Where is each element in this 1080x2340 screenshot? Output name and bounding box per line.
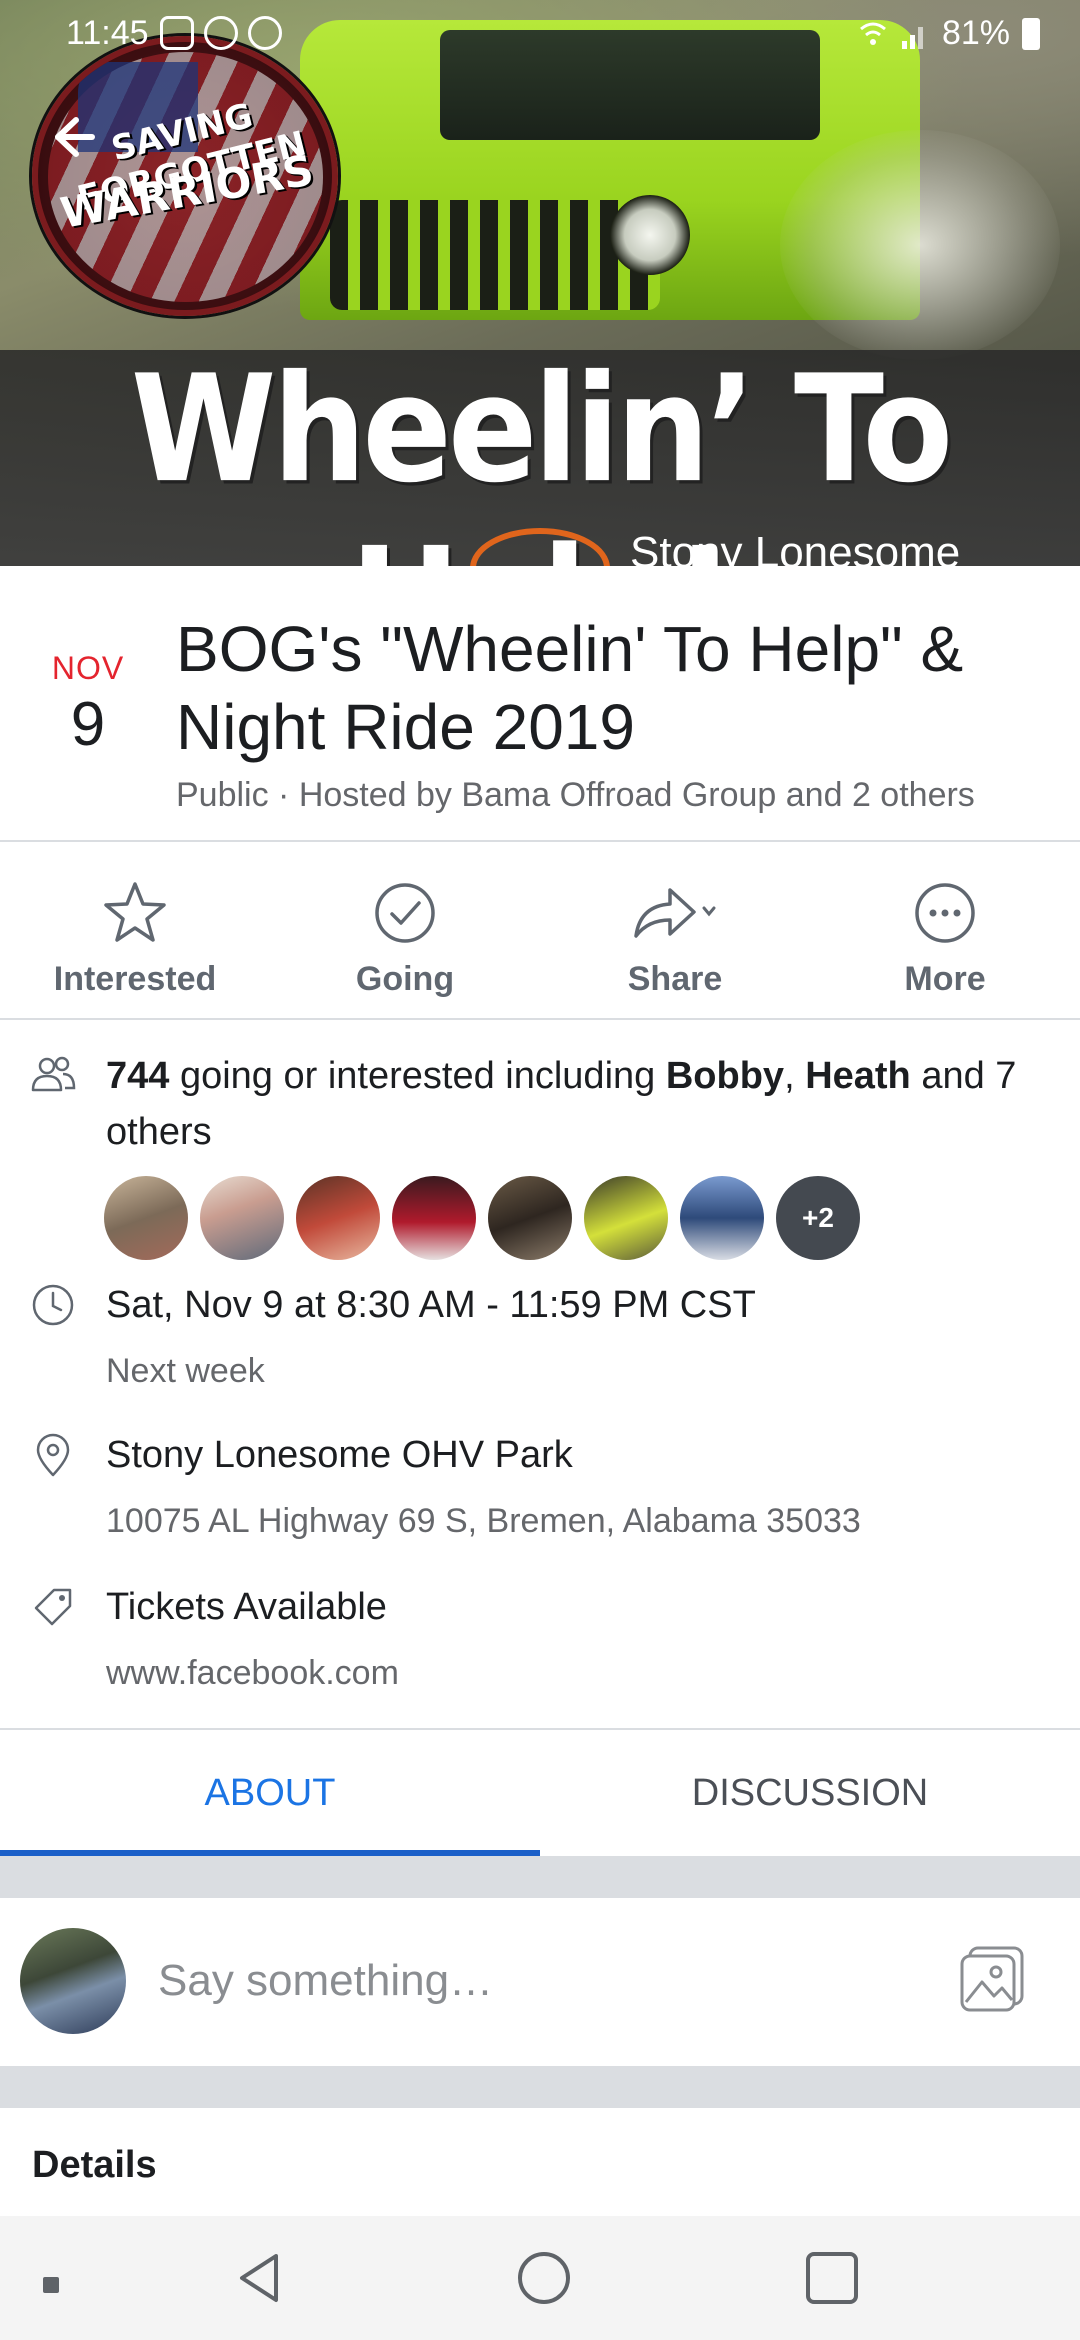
event-date: NOV 9 xyxy=(40,650,136,760)
banner-subtext: Stony Lonesome xyxy=(630,528,961,566)
event-cover-photo[interactable]: Wheelin’ To Help! Stony Lonesome SAVING … xyxy=(0,0,1080,566)
instagram-icon xyxy=(160,16,194,50)
jeep-grille xyxy=(330,200,660,310)
clock-icon xyxy=(32,1284,74,1326)
post-composer: Say something… xyxy=(0,1898,1080,2066)
attendance-sep: , xyxy=(784,1055,806,1097)
share-label: Share xyxy=(627,960,723,998)
tab-about[interactable]: ABOUT xyxy=(0,1730,540,1856)
event-actions: Interested Going Share More xyxy=(0,866,1080,1016)
share-button[interactable]: Share xyxy=(540,866,810,1016)
battery-percent: 81% xyxy=(941,14,1010,52)
event-time[interactable]: Sat, Nov 9 at 8:30 AM - 11:59 PM CST xyxy=(106,1284,756,1327)
system-nav-bar xyxy=(0,2216,1080,2340)
more-label: More xyxy=(904,960,986,998)
tickets-url[interactable]: www.facebook.com xyxy=(106,1654,399,1693)
avatar[interactable] xyxy=(20,1928,126,2034)
going-label: Going xyxy=(355,960,455,998)
status-bar: 11:45 81% xyxy=(0,0,1080,64)
more-button[interactable]: More xyxy=(810,866,1080,1016)
location-address[interactable]: 10075 AL Highway 69 S, Bremen, Alabama 3… xyxy=(106,1502,861,1541)
event-relative-time: Next week xyxy=(106,1352,265,1390)
battery-icon xyxy=(1022,17,1040,50)
attendance-text-a: going or interested including xyxy=(169,1055,666,1097)
avatar[interactable] xyxy=(392,1176,476,1260)
star-icon xyxy=(104,882,166,942)
avatar[interactable] xyxy=(584,1176,668,1260)
ticket-icon xyxy=(34,1588,72,1626)
status-time: 11:45 xyxy=(66,14,149,52)
photo-icon[interactable] xyxy=(956,1942,1030,2016)
avatar[interactable] xyxy=(488,1176,572,1260)
attendance-summary[interactable]: 744 going or interested including Bobby,… xyxy=(106,1048,1046,1160)
section-separator xyxy=(0,1856,1080,1898)
tickets-label[interactable]: Tickets Available xyxy=(106,1586,387,1629)
avatar[interactable] xyxy=(104,1176,188,1260)
section-separator xyxy=(0,2066,1080,2108)
event-tabs: ABOUT DISCUSSION xyxy=(0,1730,1080,1856)
check-circle-icon xyxy=(375,883,435,943)
more-attendees-badge[interactable]: +2 xyxy=(776,1176,860,1260)
event-month: NOV xyxy=(51,650,125,686)
saving-forgotten-warriors-logo: SAVING FORGOTTEN WARRIORS xyxy=(32,36,338,316)
more-dots-icon xyxy=(915,883,975,943)
recent-indicator-icon[interactable] xyxy=(40,2274,62,2296)
water-splash xyxy=(780,130,1060,360)
composer-input[interactable]: Say something… xyxy=(158,1956,493,2006)
people-icon xyxy=(31,1056,76,1092)
home-icon[interactable] xyxy=(516,2250,572,2306)
attendee-name-1: Bobby xyxy=(665,1055,785,1097)
avatar[interactable] xyxy=(296,1176,380,1260)
details-title: Details xyxy=(32,2144,157,2186)
interested-button[interactable]: Interested xyxy=(0,866,270,1016)
avatar[interactable] xyxy=(680,1176,764,1260)
jeep-headlight xyxy=(610,195,690,275)
attendee-avatars[interactable]: +2 xyxy=(104,1176,860,1260)
event-day: 9 xyxy=(70,690,106,759)
avatar[interactable] xyxy=(200,1176,284,1260)
location-pin-icon xyxy=(36,1433,70,1477)
attendance-count: 744 xyxy=(106,1055,170,1097)
location-name[interactable]: Stony Lonesome OHV Park xyxy=(106,1434,573,1477)
divider xyxy=(0,840,1080,842)
details-section: Details xyxy=(0,2108,1080,2216)
divider xyxy=(0,1018,1080,1020)
event-title: BOG's "Wheelin' To Help" & Night Ride 20… xyxy=(176,613,964,763)
tab-discussion[interactable]: DISCUSSION xyxy=(540,1730,1080,1856)
facebook-icon xyxy=(248,16,282,50)
share-arrow-icon xyxy=(634,888,716,938)
status-right: 81% xyxy=(858,14,1040,53)
interested-label: Interested xyxy=(53,960,217,998)
facebook-icon xyxy=(204,16,238,50)
back-icon[interactable] xyxy=(232,2250,288,2306)
signal-icon xyxy=(901,26,923,49)
event-hosts[interactable]: Public · Hosted by Bama Offroad Group an… xyxy=(176,776,975,815)
going-button[interactable]: Going xyxy=(270,866,540,1016)
attendee-name-2: Heath xyxy=(805,1055,911,1097)
notification-icons xyxy=(160,16,282,50)
wifi-icon xyxy=(859,22,886,45)
back-arrow-icon[interactable] xyxy=(46,112,96,162)
recents-icon[interactable] xyxy=(804,2250,860,2306)
